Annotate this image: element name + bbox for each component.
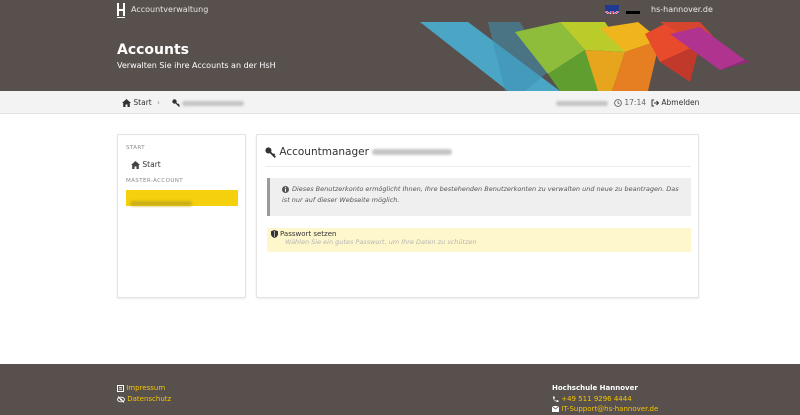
shield-icon — [271, 230, 278, 238]
page-heading: Accounts — [117, 42, 190, 58]
english-flag-icon[interactable] — [605, 5, 619, 14]
footer-org-name: Hochschule Hannover — [552, 384, 638, 392]
page-subheading: Verwalten Sie ihre Accounts an der HsH — [117, 61, 276, 70]
envelope-icon — [552, 406, 559, 412]
domain-link[interactable]: hs-hannover.de — [651, 5, 713, 14]
divider — [265, 166, 691, 167]
app-name[interactable]: Accountverwaltung — [131, 5, 208, 14]
sidebar-item-start-label: Start — [142, 160, 161, 169]
set-password-item[interactable]: Passwort setzen Wählen Sie ein gutes Pas… — [267, 228, 691, 252]
home-icon — [131, 161, 140, 169]
panel-title: Accountmanager — [265, 146, 453, 158]
phone-icon — [552, 396, 559, 402]
hsh-logo[interactable] — [117, 3, 125, 18]
redacted-username — [182, 100, 245, 106]
account-manager-panel: Accountmanager Dieses Benutzerkonto ermö… — [256, 134, 699, 298]
info-alert-text: Dieses Benutzerkonto ermöglicht Ihnen, I… — [282, 185, 679, 204]
page-footer: Impressum Datenschutz Hochschule Hannove… — [0, 364, 800, 415]
footer-email[interactable]: IT-Support@hs-hannover.de — [552, 405, 658, 413]
sidebar-section-master: MASTER-ACCOUNT — [126, 178, 184, 184]
info-circle-icon — [282, 185, 289, 193]
sidebar-item-start[interactable]: Start — [131, 160, 161, 169]
set-password-hint: Wählen Sie ein gutes Passwort, um Ihre D… — [285, 238, 477, 246]
datenschutz-link[interactable]: Datenschutz — [117, 395, 171, 403]
impressum-link[interactable]: Impressum — [117, 384, 165, 392]
impressum-label: Impressum — [126, 384, 166, 392]
footer-phone-number: +49 511 9296 4444 — [561, 395, 632, 403]
eye-slash-icon — [117, 395, 125, 403]
session-timer: 17:14 — [614, 98, 646, 107]
logout-link[interactable]: Abmelden — [651, 98, 699, 107]
key-icon — [172, 99, 180, 107]
redacted-session-id — [556, 100, 608, 106]
clock-icon — [614, 99, 622, 107]
datenschutz-label: Datenschutz — [127, 395, 172, 403]
hero-banner: Accounts Verwalten Sie ihre Accounts an … — [0, 22, 800, 91]
footer-phone[interactable]: +49 511 9296 4444 — [552, 395, 632, 403]
breadcrumb-bar: Start › 17:14 Abmelden — [0, 91, 800, 114]
set-password-title: Passwort setzen — [280, 230, 337, 238]
sign-out-icon — [651, 99, 659, 107]
redacted-account-name — [372, 149, 453, 155]
footer-email-address: IT-Support@hs-hannover.de — [561, 405, 659, 413]
book-icon — [117, 384, 124, 392]
home-icon — [122, 99, 131, 107]
logout-label: Abmelden — [661, 98, 700, 107]
chevron-right-icon: › — [157, 98, 160, 107]
sidebar-item-master-account[interactable] — [126, 190, 238, 206]
breadcrumb-home-label: Start — [133, 98, 152, 107]
panel-title-text: Accountmanager — [279, 146, 369, 158]
info-alert: Dieses Benutzerkonto ermöglicht Ihnen, I… — [267, 178, 691, 216]
german-flag-icon[interactable] — [626, 5, 640, 14]
key-icon — [265, 146, 276, 158]
breadcrumb-home[interactable]: Start — [122, 98, 152, 107]
clock-time: 17:14 — [624, 98, 647, 107]
sidebar-nav: START Start MASTER-ACCOUNT — [117, 134, 246, 298]
redacted-master-account — [130, 200, 192, 206]
breadcrumb-account[interactable] — [172, 98, 245, 107]
top-bar: Accountverwaltung hs-hannover.de — [0, 0, 800, 22]
sidebar-section-start: START — [126, 145, 145, 151]
session-user — [556, 98, 608, 107]
